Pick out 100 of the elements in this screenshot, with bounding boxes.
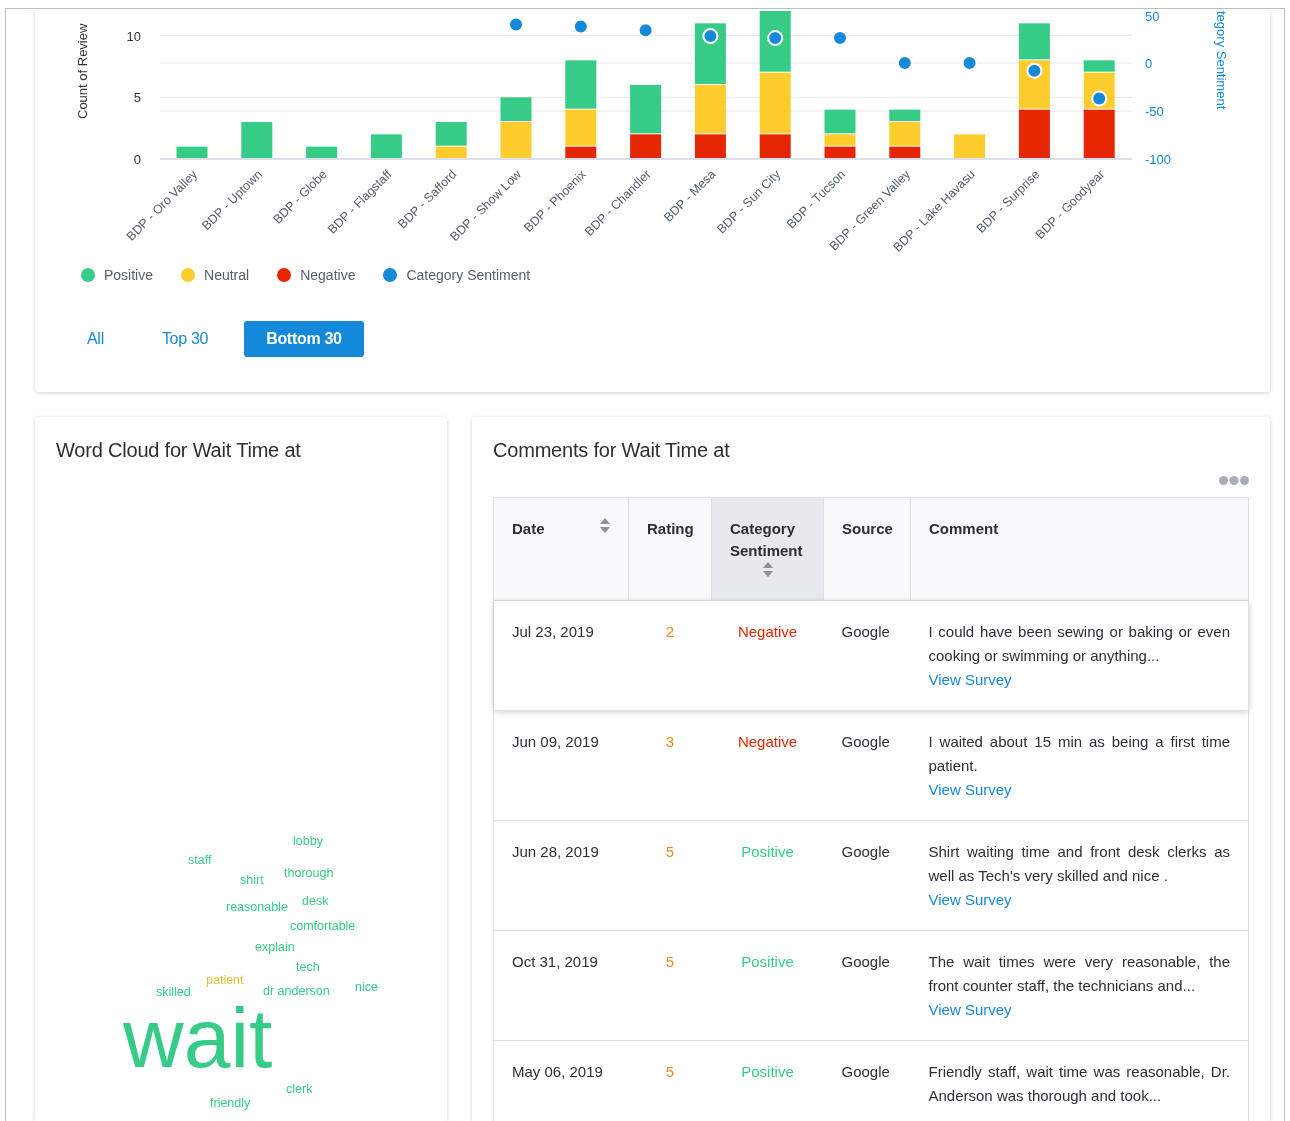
- source-cell: Google: [841, 1063, 890, 1080]
- column-header[interactable]: Comment: [910, 497, 1249, 601]
- sentiment-cell: Positive: [741, 843, 794, 860]
- sentiment-point: [702, 28, 719, 45]
- sentiment-point: [637, 22, 654, 39]
- filter-button[interactable]: Bottom 30: [244, 321, 364, 357]
- legend-label[interactable]: Category Sentiment: [406, 267, 531, 283]
- bar: [1083, 109, 1115, 158]
- axis-title: Count of Review: [75, 23, 90, 119]
- cloud-word: nice: [355, 981, 378, 994]
- sort-icon[interactable]: [600, 518, 610, 533]
- comment-text: Shirt waiting time and front desk clerks as well as Tech's very skilled and nice .: [928, 842, 1230, 886]
- comment-text: The wait times were very reasonable, the front counter staff, the technicians and...: [928, 952, 1230, 996]
- sentiment-point: [767, 30, 784, 47]
- bar: [1018, 23, 1050, 60]
- filter-button[interactable]: All: [65, 321, 126, 357]
- bar: [954, 134, 986, 158]
- more-icon[interactable]: [1219, 476, 1249, 485]
- column-header[interactable]: Date: [493, 497, 629, 601]
- view-survey-link[interactable]: View Survey: [928, 781, 1012, 798]
- cloud-word: skilled: [156, 986, 191, 999]
- sentiment-cell: Negative: [737, 623, 798, 640]
- card-title: Comments for Wait Time at: [493, 439, 731, 462]
- axis-tick-label: 0: [1145, 56, 1153, 71]
- bar: [306, 146, 338, 158]
- table-row[interactable]: Oct 31, 2019 5 Positive Google The wait times were very reasonable, the front counter staff, the technicians and... View Survey: [493, 930, 1249, 1041]
- view-survey-link[interactable]: View Survey: [928, 891, 1012, 908]
- sentiment-point: [508, 16, 524, 33]
- axis-tick-label: 0: [133, 152, 141, 167]
- legend-label[interactable]: Positive: [104, 267, 154, 283]
- filter-button[interactable]: Top 30: [139, 321, 231, 357]
- sentiment-point: [572, 18, 589, 35]
- sentiment-point: [896, 55, 913, 71]
- header-label: Category Sentiment: [730, 519, 804, 561]
- comment-text: Friendly staff, wait time was reasonable, Dr. Anderson was thorough and took...: [928, 1062, 1230, 1106]
- sentiment-cell: Positive: [741, 1063, 794, 1080]
- cloud-word: lobby: [293, 835, 323, 848]
- table-row[interactable]: Jul 23, 2019 2 Negative Google I could have been sewing or baking or even cooking or swimming or anything... View Survey: [493, 600, 1249, 711]
- card-title: Word Cloud for Wait Time at: [56, 439, 302, 462]
- table-row[interactable]: May 06, 2019 5 Positive Google Friendly staff, wait time was reasonable, Dr. Anderson was thorough and took...: [493, 1040, 1249, 1121]
- cloud-word: thorough: [284, 867, 334, 880]
- cloud-word: desk: [302, 895, 329, 908]
- cloud-word: patient: [206, 974, 244, 987]
- cloud-word: explain: [255, 941, 295, 954]
- sort-icon[interactable]: [762, 562, 773, 577]
- source-cell: Google: [841, 953, 890, 970]
- view-survey-link[interactable]: View Survey: [928, 671, 1012, 688]
- bar: [565, 60, 597, 109]
- bar: [824, 146, 856, 158]
- date-cell: Oct 31, 2019: [512, 953, 598, 970]
- comment-text: I could have been sewing or baking or even cooking or swimming or anything...: [928, 622, 1230, 666]
- bar: [176, 146, 208, 158]
- sentiment-cell: Negative: [737, 733, 798, 750]
- axis-tick-label: 10: [126, 28, 141, 44]
- column-header[interactable]: Category Sentiment: [711, 497, 824, 601]
- table-row[interactable]: Jun 28, 2019 5 Positive Google Shirt waiting time and front desk clerks as well as Tech's very skilled and nice . View Survey: [493, 820, 1249, 931]
- legend-label[interactable]: Negative: [300, 267, 356, 283]
- bar: [241, 122, 273, 158]
- header-label: Comment: [929, 519, 999, 539]
- axis-title: tegory Sentiment: [1214, 11, 1229, 110]
- source-cell: Google: [841, 843, 890, 860]
- sentiment-point: [1091, 90, 1108, 107]
- source-cell: Google: [841, 733, 890, 750]
- table-row[interactable]: Jun 09, 2019 3 Negative Google I waited about 15 min as being a first time patient. View Survey: [493, 710, 1249, 821]
- axis-tick-label: -50: [1145, 104, 1164, 119]
- axis-tick-label: 50: [1145, 9, 1160, 24]
- rating-cell: 2: [665, 623, 675, 640]
- axis-tick-label: 5: [133, 90, 141, 106]
- cloud-word: friendly: [210, 1097, 251, 1110]
- rating-cell: 5: [665, 843, 675, 860]
- date-cell: Jun 09, 2019: [512, 733, 599, 750]
- cloud-word: clerk: [286, 1083, 313, 1096]
- column-header[interactable]: Source: [823, 497, 911, 601]
- date-cell: May 06, 2019: [512, 1063, 603, 1080]
- bar: [1018, 109, 1050, 158]
- comment-text: I waited about 15 min as being a first time patient.: [928, 732, 1230, 776]
- sentiment-point: [961, 55, 978, 71]
- legend-label[interactable]: Neutral: [204, 267, 250, 283]
- cloud-word: reasonable: [226, 901, 288, 914]
- sentiment-point: [832, 30, 848, 47]
- rating-cell: 5: [665, 1063, 675, 1080]
- cloud-word: wait: [123, 1007, 273, 1069]
- bar: [370, 134, 402, 158]
- cloud-word: shirt: [240, 874, 264, 887]
- sentiment-point: [1026, 62, 1043, 79]
- header-label: Date: [512, 519, 545, 539]
- cloud-word: tech: [296, 961, 320, 974]
- cloud-word: comfortable: [290, 920, 356, 933]
- cloud-word: dr anderson: [263, 985, 330, 998]
- rating-cell: 5: [665, 953, 675, 970]
- date-cell: Jun 28, 2019: [512, 843, 599, 860]
- view-survey-link[interactable]: View Survey: [928, 1001, 1012, 1018]
- column-header[interactable]: Rating: [628, 497, 712, 601]
- header-label: Source: [842, 519, 893, 539]
- date-cell: Jul 23, 2019: [512, 623, 594, 640]
- sentiment-cell: Positive: [741, 953, 794, 970]
- axis-tick-label: -100: [1145, 152, 1172, 167]
- source-cell: Google: [841, 623, 890, 640]
- rating-cell: 3: [665, 733, 675, 750]
- header-label: Rating: [647, 519, 694, 539]
